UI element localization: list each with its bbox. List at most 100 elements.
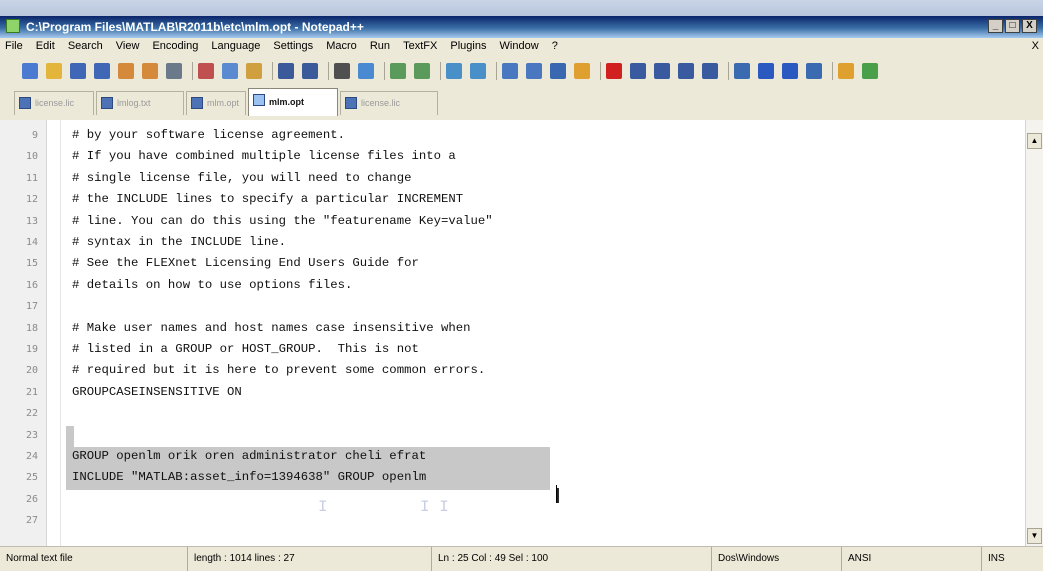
close-icon[interactable] — [118, 63, 134, 79]
save-all-icon[interactable] — [94, 63, 110, 79]
editor-line: 20 # required but it is here to prevent s… — [0, 361, 1026, 382]
play-macro-icon[interactable] — [654, 63, 670, 79]
menu-macro[interactable]: Macro — [321, 38, 362, 54]
line-number: 9 — [31, 130, 38, 141]
editor-line: 24 GROUP openlm orik oren administrator c… — [0, 447, 1026, 469]
menu-help[interactable]: ? — [547, 38, 563, 54]
editor-line: 11 # single license file, you will need t… — [0, 169, 1026, 190]
menu-encoding[interactable]: Encoding — [147, 38, 203, 54]
status-length-lines: length : 1014 lines : 27 — [188, 547, 432, 571]
status-file-type: Normal text file — [0, 547, 188, 571]
doc-map-icon[interactable] — [574, 63, 590, 79]
toolbar-separator — [832, 62, 833, 80]
line-number: 23 — [25, 429, 38, 441]
code-line-text: GROUP openlm orik oren administrator che… — [72, 449, 427, 463]
ibeam-cursor-icon: I — [555, 484, 561, 508]
menu-bar: File Edit Search View Encoding Language … — [0, 38, 1043, 56]
text-editor[interactable]: 9 # by your software license agreement. 10… — [0, 120, 1043, 546]
status-insert-mode: INS — [988, 553, 1005, 564]
open-folder-icon[interactable] — [46, 63, 62, 79]
menu-file[interactable]: File — [0, 38, 28, 54]
code-line-text: GROUPCASEINSENSITIVE ON — [72, 384, 242, 399]
status-bar: Normal text file length : 1014 lines : 2… — [0, 546, 1043, 571]
paste-icon[interactable] — [246, 63, 262, 79]
maximize-button[interactable]: □ — [1005, 19, 1020, 33]
spell-check-icon[interactable] — [862, 63, 878, 79]
vertical-scrollbar[interactable]: ▲ ▼ — [1025, 120, 1043, 546]
close-document-button[interactable]: X — [1032, 40, 1039, 52]
editor-line: 12 # the INCLUDE lines to specify a parti… — [0, 190, 1026, 211]
saved-file-icon — [345, 97, 357, 109]
menu-run[interactable]: Run — [365, 38, 395, 54]
replace-icon[interactable] — [358, 63, 374, 79]
ghost-artifact: I — [318, 498, 328, 516]
menu-window[interactable]: Window — [495, 38, 544, 54]
record-macro-icon[interactable] — [606, 63, 622, 79]
line-number: 19 — [25, 344, 38, 355]
move-up-icon[interactable] — [758, 63, 774, 79]
redo-icon[interactable] — [302, 63, 318, 79]
code-line-text: # See the FLEXnet Licensing End Users Gu… — [72, 256, 419, 271]
trim-icon[interactable] — [838, 63, 854, 79]
tab-license-lic-2[interactable]: license.lic — [340, 91, 438, 115]
line-number: 26 — [25, 493, 38, 505]
editor-line: 18 # Make user names and host names case … — [0, 319, 1026, 340]
sync-horizontal-icon[interactable] — [470, 63, 486, 79]
editor-line: 16 # details on how to use options files. — [0, 276, 1026, 297]
scroll-down-button[interactable]: ▼ — [1027, 528, 1042, 544]
line-number: 21 — [25, 386, 38, 398]
tab-mlm-opt-active[interactable]: mlm.opt — [248, 88, 338, 116]
editor-line: 23 — [0, 425, 1026, 447]
tab-mlm-opt-1[interactable]: mlm.opt — [186, 91, 246, 115]
line-number: 17 — [25, 301, 38, 313]
line-number: 10 — [25, 151, 38, 163]
menu-view[interactable]: View — [111, 38, 145, 54]
line-number: 22 — [25, 408, 38, 420]
save-macro-icon[interactable] — [702, 63, 718, 79]
close-window-button[interactable]: X — [1022, 19, 1037, 33]
menu-settings[interactable]: Settings — [268, 38, 318, 54]
cut-icon[interactable] — [198, 63, 214, 79]
line-number: 13 — [25, 215, 38, 227]
find-icon[interactable] — [334, 63, 350, 79]
editor-line: 14 # syntax in the INCLUDE line. — [0, 233, 1026, 254]
copy-icon[interactable] — [222, 63, 238, 79]
show-all-chars-icon[interactable] — [526, 63, 542, 79]
menu-plugins[interactable]: Plugins — [445, 38, 491, 54]
tab-license-lic[interactable]: license.lic — [14, 91, 94, 115]
close-all-icon[interactable] — [142, 63, 158, 79]
menu-language[interactable]: Language — [206, 38, 265, 54]
window-controls: _ □ X — [988, 19, 1037, 33]
stop-macro-icon[interactable] — [630, 63, 646, 79]
notepad-plus-plus-window: C:\Program Files\MATLAB\R2011b\etc\mlm.o… — [0, 0, 1043, 571]
new-file-icon[interactable] — [22, 63, 38, 79]
line-number: 18 — [25, 322, 38, 334]
zoom-out-icon[interactable] — [414, 63, 430, 79]
code-line-text: # by your software license agreement. — [72, 128, 346, 142]
word-wrap-icon[interactable] — [502, 63, 518, 79]
function-list-icon[interactable] — [734, 63, 750, 79]
print-icon[interactable] — [166, 63, 182, 79]
tab-lmlog-txt[interactable]: lmlog.txt — [96, 91, 184, 115]
save-icon[interactable] — [70, 63, 86, 79]
sort-icon[interactable] — [806, 63, 822, 79]
editor-line: 15 # See the FLEXnet Licensing End Users … — [0, 254, 1026, 275]
toolbar-separator — [328, 62, 329, 80]
menu-search[interactable]: Search — [63, 38, 108, 54]
editor-line: 26 — [0, 490, 1026, 511]
status-encoding: ANSI — [842, 547, 982, 571]
toolbar-separator — [728, 62, 729, 80]
scroll-up-button[interactable]: ▲ — [1027, 133, 1042, 149]
zoom-in-icon[interactable] — [390, 63, 406, 79]
move-down-icon[interactable] — [782, 63, 798, 79]
indent-guide-icon[interactable] — [550, 63, 566, 79]
toolbar-separator — [272, 62, 273, 80]
title-bar[interactable]: C:\Program Files\MATLAB\R2011b\etc\mlm.o… — [0, 16, 1043, 38]
toolbar-separator — [192, 62, 193, 80]
menu-textfx[interactable]: TextFX — [398, 38, 442, 54]
minimize-button[interactable]: _ — [988, 19, 1003, 33]
run-macro-icon[interactable] — [678, 63, 694, 79]
menu-edit[interactable]: Edit — [31, 38, 60, 54]
sync-vertical-icon[interactable] — [446, 63, 462, 79]
undo-icon[interactable] — [278, 63, 294, 79]
